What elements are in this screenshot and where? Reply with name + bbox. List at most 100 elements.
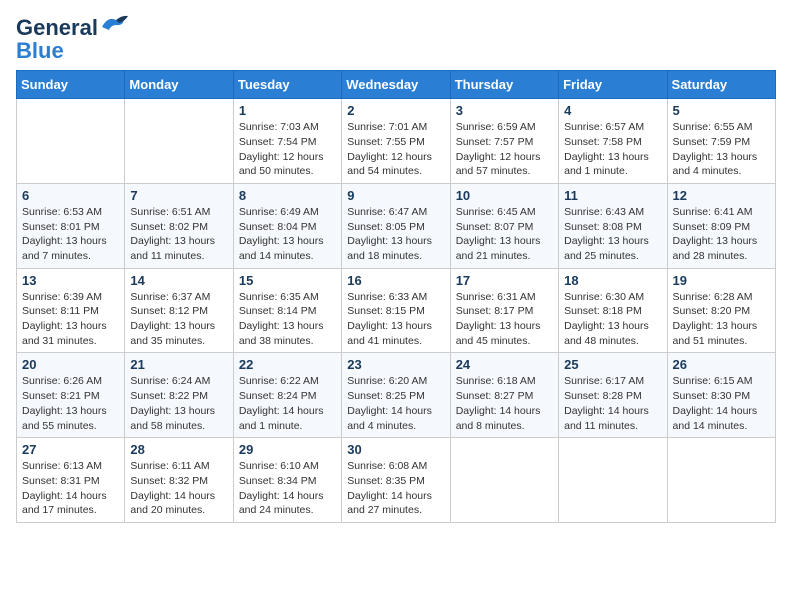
calendar-cell: 13 Sunrise: 6:39 AM Sunset: 8:11 PM Dayli… — [17, 268, 125, 353]
calendar-day-header: Thursday — [450, 71, 558, 99]
day-number: 13 — [22, 273, 119, 288]
day-number: 3 — [456, 103, 553, 118]
day-info: Sunrise: 6:22 AM Sunset: 8:24 PM Dayligh… — [239, 374, 336, 433]
logo-bird-icon — [100, 13, 128, 35]
calendar-day-header: Monday — [125, 71, 233, 99]
calendar-cell: 2 Sunrise: 7:01 AM Sunset: 7:55 PM Daylig… — [342, 99, 450, 184]
day-number: 26 — [673, 357, 770, 372]
day-number: 19 — [673, 273, 770, 288]
calendar-cell: 3 Sunrise: 6:59 AM Sunset: 7:57 PM Daylig… — [450, 99, 558, 184]
calendar-cell: 15 Sunrise: 6:35 AM Sunset: 8:14 PM Dayli… — [233, 268, 341, 353]
day-info: Sunrise: 6:18 AM Sunset: 8:27 PM Dayligh… — [456, 374, 553, 433]
day-number: 22 — [239, 357, 336, 372]
day-info: Sunrise: 6:17 AM Sunset: 8:28 PM Dayligh… — [564, 374, 661, 433]
calendar-day-header: Wednesday — [342, 71, 450, 99]
calendar-cell: 25 Sunrise: 6:17 AM Sunset: 8:28 PM Dayli… — [559, 353, 667, 438]
calendar-day-header: Sunday — [17, 71, 125, 99]
day-number: 20 — [22, 357, 119, 372]
day-number: 9 — [347, 188, 444, 203]
day-info: Sunrise: 6:26 AM Sunset: 8:21 PM Dayligh… — [22, 374, 119, 433]
day-info: Sunrise: 6:30 AM Sunset: 8:18 PM Dayligh… — [564, 290, 661, 349]
calendar-cell: 4Sunrise: 6:57 AM Sunset: 7:58 PM Daylig… — [559, 99, 667, 184]
logo: General Blue — [16, 16, 128, 62]
day-info: Sunrise: 6:08 AM Sunset: 8:35 PM Dayligh… — [347, 459, 444, 518]
day-info: Sunrise: 6:59 AM Sunset: 7:57 PM Dayligh… — [456, 120, 553, 179]
day-number: 12 — [673, 188, 770, 203]
calendar-table: SundayMondayTuesdayWednesdayThursdayFrid… — [16, 70, 776, 523]
calendar-cell — [125, 99, 233, 184]
day-number: 21 — [130, 357, 227, 372]
day-info: Sunrise: 6:13 AM Sunset: 8:31 PM Dayligh… — [22, 459, 119, 518]
day-number: 30 — [347, 442, 444, 457]
day-info: Sunrise: 6:55 AM Sunset: 7:59 PM Dayligh… — [673, 120, 770, 179]
day-number: 25 — [564, 357, 661, 372]
day-number: 8 — [239, 188, 336, 203]
calendar-week-row: 13 Sunrise: 6:39 AM Sunset: 8:11 PM Dayli… — [17, 268, 776, 353]
calendar-cell: 17Sunrise: 6:31 AM Sunset: 8:17 PM Dayli… — [450, 268, 558, 353]
calendar-cell: 20 Sunrise: 6:26 AM Sunset: 8:21 PM Dayli… — [17, 353, 125, 438]
calendar-cell: 11 Sunrise: 6:43 AM Sunset: 8:08 PM Dayli… — [559, 183, 667, 268]
day-number: 5 — [673, 103, 770, 118]
calendar-day-header: Tuesday — [233, 71, 341, 99]
day-info: Sunrise: 6:39 AM Sunset: 8:11 PM Dayligh… — [22, 290, 119, 349]
day-info: Sunrise: 6:20 AM Sunset: 8:25 PM Dayligh… — [347, 374, 444, 433]
day-info: Sunrise: 7:01 AM Sunset: 7:55 PM Dayligh… — [347, 120, 444, 179]
day-info: Sunrise: 6:37 AM Sunset: 8:12 PM Dayligh… — [130, 290, 227, 349]
day-number: 14 — [130, 273, 227, 288]
day-number: 10 — [456, 188, 553, 203]
day-number: 29 — [239, 442, 336, 457]
day-info: Sunrise: 6:47 AM Sunset: 8:05 PM Dayligh… — [347, 205, 444, 264]
day-info: Sunrise: 6:35 AM Sunset: 8:14 PM Dayligh… — [239, 290, 336, 349]
calendar-cell: 8 Sunrise: 6:49 AM Sunset: 8:04 PM Daylig… — [233, 183, 341, 268]
calendar-cell: 22 Sunrise: 6:22 AM Sunset: 8:24 PM Dayli… — [233, 353, 341, 438]
calendar-cell: 26 Sunrise: 6:15 AM Sunset: 8:30 PM Dayli… — [667, 353, 775, 438]
calendar-cell: 23 Sunrise: 6:20 AM Sunset: 8:25 PM Dayli… — [342, 353, 450, 438]
calendar-cell: 1 Sunrise: 7:03 AM Sunset: 7:54 PM Daylig… — [233, 99, 341, 184]
day-info: Sunrise: 6:24 AM Sunset: 8:22 PM Dayligh… — [130, 374, 227, 433]
day-number: 7 — [130, 188, 227, 203]
day-number: 6 — [22, 188, 119, 203]
day-number: 24 — [456, 357, 553, 372]
calendar-cell: 14 Sunrise: 6:37 AM Sunset: 8:12 PM Dayli… — [125, 268, 233, 353]
logo-blue-text: Blue — [16, 40, 64, 62]
calendar-cell — [450, 438, 558, 523]
calendar-week-row: 1 Sunrise: 7:03 AM Sunset: 7:54 PM Daylig… — [17, 99, 776, 184]
calendar-cell — [559, 438, 667, 523]
calendar-cell: 21 Sunrise: 6:24 AM Sunset: 8:22 PM Dayli… — [125, 353, 233, 438]
day-info: Sunrise: 6:15 AM Sunset: 8:30 PM Dayligh… — [673, 374, 770, 433]
day-number: 28 — [130, 442, 227, 457]
day-info: Sunrise: 6:43 AM Sunset: 8:08 PM Dayligh… — [564, 205, 661, 264]
calendar-cell: 29Sunrise: 6:10 AM Sunset: 8:34 PM Dayli… — [233, 438, 341, 523]
calendar-cell — [17, 99, 125, 184]
day-info: Sunrise: 6:31 AM Sunset: 8:17 PM Dayligh… — [456, 290, 553, 349]
day-number: 27 — [22, 442, 119, 457]
day-info: Sunrise: 7:03 AM Sunset: 7:54 PM Dayligh… — [239, 120, 336, 179]
day-number: 15 — [239, 273, 336, 288]
day-info: Sunrise: 6:11 AM Sunset: 8:32 PM Dayligh… — [130, 459, 227, 518]
day-number: 2 — [347, 103, 444, 118]
calendar-cell: 5 Sunrise: 6:55 AM Sunset: 7:59 PM Daylig… — [667, 99, 775, 184]
calendar-cell: 6Sunrise: 6:53 AM Sunset: 8:01 PM Daylig… — [17, 183, 125, 268]
calendar-cell: 9 Sunrise: 6:47 AM Sunset: 8:05 PM Daylig… — [342, 183, 450, 268]
calendar-week-row: 27 Sunrise: 6:13 AM Sunset: 8:31 PM Dayli… — [17, 438, 776, 523]
calendar-cell: 19Sunrise: 6:28 AM Sunset: 8:20 PM Dayli… — [667, 268, 775, 353]
calendar-cell: 24 Sunrise: 6:18 AM Sunset: 8:27 PM Dayli… — [450, 353, 558, 438]
day-number: 11 — [564, 188, 661, 203]
day-number: 23 — [347, 357, 444, 372]
calendar-cell: 28 Sunrise: 6:11 AM Sunset: 8:32 PM Dayli… — [125, 438, 233, 523]
calendar-cell: 16 Sunrise: 6:33 AM Sunset: 8:15 PM Dayli… — [342, 268, 450, 353]
logo-general-text: General — [16, 16, 98, 40]
day-info: Sunrise: 6:33 AM Sunset: 8:15 PM Dayligh… — [347, 290, 444, 349]
calendar-week-row: 6Sunrise: 6:53 AM Sunset: 8:01 PM Daylig… — [17, 183, 776, 268]
calendar-day-header: Saturday — [667, 71, 775, 99]
day-number: 1 — [239, 103, 336, 118]
day-info: Sunrise: 6:57 AM Sunset: 7:58 PM Dayligh… — [564, 120, 661, 179]
day-info: Sunrise: 6:49 AM Sunset: 8:04 PM Dayligh… — [239, 205, 336, 264]
day-number: 16 — [347, 273, 444, 288]
calendar-cell — [667, 438, 775, 523]
page-header: General Blue — [16, 16, 776, 62]
calendar-cell: 27 Sunrise: 6:13 AM Sunset: 8:31 PM Dayli… — [17, 438, 125, 523]
calendar-cell: 30 Sunrise: 6:08 AM Sunset: 8:35 PM Dayli… — [342, 438, 450, 523]
day-info: Sunrise: 6:45 AM Sunset: 8:07 PM Dayligh… — [456, 205, 553, 264]
day-info: Sunrise: 6:41 AM Sunset: 8:09 PM Dayligh… — [673, 205, 770, 264]
